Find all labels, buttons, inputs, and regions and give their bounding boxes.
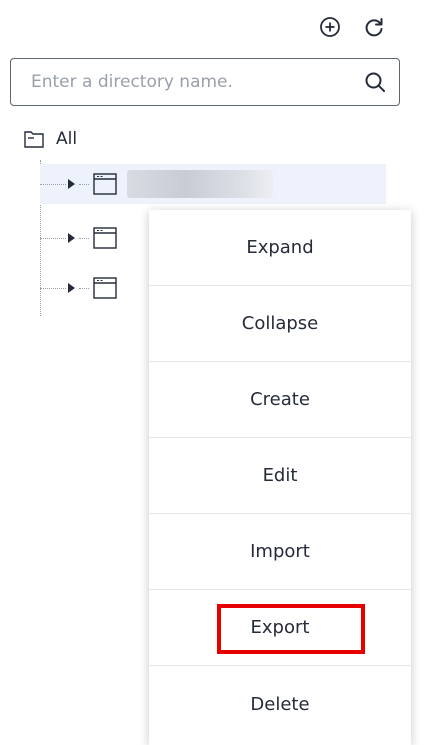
window-icon [93,277,117,299]
directory-search-box [10,58,400,106]
menu-item-create[interactable]: Create [149,362,411,438]
folder-icon [24,131,44,148]
tree-connector [40,183,66,185]
refresh-icon[interactable] [361,14,387,40]
tree-connector [79,287,89,289]
menu-item-export[interactable]: Export [251,617,310,638]
search-icon[interactable] [351,59,399,105]
menu-item-delete[interactable]: Delete [149,666,411,742]
tree-connector [79,237,89,239]
expand-arrow-icon[interactable] [68,233,75,243]
tree-node[interactable] [40,164,386,204]
expand-arrow-icon[interactable] [68,283,75,293]
menu-item-export-row[interactable]: Export [149,590,411,666]
menu-item-edit[interactable]: Edit [149,438,411,514]
tree-connector [40,287,66,289]
tree-root-label: All [56,129,78,149]
window-icon [93,173,117,195]
context-menu: Expand Collapse Create Edit Import Expor… [149,210,411,745]
window-icon [93,227,117,249]
plus-circle-icon[interactable] [317,14,343,40]
expand-arrow-icon[interactable] [68,179,75,189]
directory-panel: All [0,0,424,745]
directory-search-input[interactable] [11,59,351,105]
tree-node-label-redacted [127,170,273,198]
tree-root-all[interactable]: All [24,124,77,154]
menu-item-collapse[interactable]: Collapse [149,286,411,362]
menu-item-expand[interactable]: Expand [149,210,411,286]
tree-connector [79,183,89,185]
menu-item-import[interactable]: Import [149,514,411,590]
tree-connector [40,237,66,239]
